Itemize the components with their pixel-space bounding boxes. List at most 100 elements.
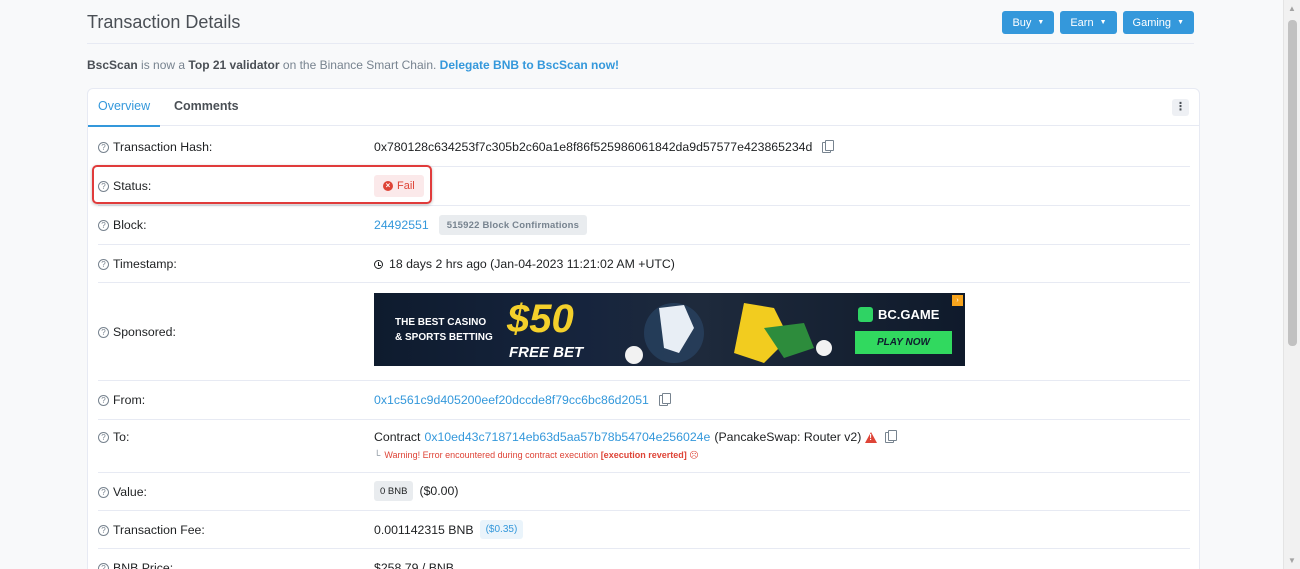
question-icon[interactable]: ? bbox=[98, 258, 109, 270]
chevron-down-icon: ▼ bbox=[1099, 19, 1107, 26]
page-header: Transaction Details Buy ▼ Earn ▼ Gaming ▼ bbox=[87, 0, 1194, 44]
ad-tagline-line2: & SPORTS BETTING bbox=[395, 332, 493, 343]
row-value-amount: ? Value: 0 BNB ($0.00) bbox=[98, 473, 1190, 511]
validator-notice: BscScan is now a Top 21 validator on the… bbox=[87, 58, 619, 72]
question-icon[interactable]: ? bbox=[98, 219, 109, 231]
row-sponsored: ? Sponsored: THE BEST CASINO & SPORTS BETT… bbox=[98, 283, 1190, 381]
row-value: 18 days 2 hrs ago (Jan-04-2023 11:21:02 … bbox=[374, 257, 675, 271]
warning-detail: [execution reverted] bbox=[600, 450, 687, 460]
fee-label: Transaction Fee: bbox=[113, 523, 205, 537]
clock-icon bbox=[374, 259, 383, 269]
tab-comments[interactable]: Comments bbox=[174, 99, 239, 113]
row-value: $258.79 / BNB bbox=[374, 561, 454, 569]
tab-bar: Overview Comments ⋮ bbox=[87, 89, 1199, 127]
row-label: ? Block: bbox=[98, 218, 147, 232]
warning-text: Warning! Error encountered during contra… bbox=[384, 450, 599, 460]
chevron-down-icon: ▼ bbox=[1177, 19, 1184, 26]
value-usd: ($0.00) bbox=[419, 484, 459, 498]
bc-game-logo-icon bbox=[858, 307, 873, 322]
fee-amount: 0.001142315 BNB bbox=[374, 522, 474, 537]
row-label: ? Sponsored: bbox=[98, 325, 176, 339]
ad-tagline-line1: THE BEST CASINO bbox=[395, 317, 487, 328]
row-value: 0x1c561c9d405200eef20dccde8f79cc6bc86d20… bbox=[374, 392, 671, 407]
vertical-scrollbar[interactable]: ▲ ▼ bbox=[1283, 0, 1300, 569]
question-icon[interactable]: ? bbox=[98, 524, 109, 536]
ad-choices-icon[interactable]: › bbox=[952, 295, 963, 306]
status-highlight-box bbox=[92, 165, 432, 204]
question-icon[interactable]: ? bbox=[98, 326, 109, 338]
row-transaction-fee: ? Transaction Fee: 0.001142315 BNB ($0.35) bbox=[98, 511, 1190, 549]
hash-label: Transaction Hash: bbox=[113, 140, 213, 154]
tree-connector-icon: └ bbox=[374, 450, 381, 460]
notice-text-a: is now a bbox=[141, 58, 186, 72]
question-icon[interactable]: ? bbox=[98, 141, 109, 153]
row-label: ? Transaction Fee: bbox=[98, 523, 205, 537]
row-value: 24492551 515922 Block Confirmations bbox=[374, 215, 588, 235]
copy-icon[interactable] bbox=[885, 429, 898, 443]
top-button-group: Buy ▼ Earn ▼ Gaming ▼ bbox=[1002, 11, 1194, 34]
row-label: ? BNB Price: bbox=[98, 561, 173, 569]
price-label: BNB Price: bbox=[113, 561, 174, 569]
row-timestamp: ? Timestamp: 18 days 2 hrs ago (Jan-04-20… bbox=[98, 245, 1190, 283]
fee-usd-chip: ($0.35) bbox=[479, 520, 524, 539]
row-value: Contract 0x10ed43c718714eb63d5aa57b78b54… bbox=[374, 429, 898, 444]
question-icon[interactable]: ? bbox=[98, 562, 109, 569]
scroll-up-arrow-icon[interactable]: ▲ bbox=[1284, 0, 1300, 17]
transaction-hash-value: 0x780128c634253f7c305b2c60a1e8f86f525986… bbox=[374, 140, 813, 154]
kebab-menu-icon[interactable]: ⋮ bbox=[1172, 99, 1189, 116]
earn-button-label: Earn bbox=[1070, 16, 1094, 29]
question-icon[interactable]: ? bbox=[98, 486, 109, 498]
ad-play-now-button[interactable]: PLAY NOW bbox=[855, 331, 952, 354]
block-label: Block: bbox=[113, 218, 147, 232]
row-label: ? Transaction Hash: bbox=[98, 140, 212, 154]
delegate-bnb-link[interactable]: Delegate BNB to BscScan now! bbox=[440, 58, 619, 72]
row-bnb-price: ? BNB Price: $258.79 / BNB bbox=[98, 549, 1190, 569]
row-to: ? To: Contract 0x10ed43c718714eb63d5aa57b… bbox=[98, 420, 1190, 473]
copy-icon[interactable] bbox=[658, 392, 671, 406]
row-value: 0 BNB ($0.00) bbox=[374, 481, 458, 501]
chevron-down-icon: ▼ bbox=[1037, 19, 1045, 26]
copy-icon[interactable] bbox=[822, 139, 835, 153]
scrollbar-thumb[interactable] bbox=[1288, 20, 1297, 346]
sponsored-label: Sponsored: bbox=[113, 325, 176, 339]
timestamp-label: Timestamp: bbox=[113, 257, 177, 271]
ad-tagline: THE BEST CASINO & SPORTS BETTING bbox=[395, 315, 493, 345]
scroll-down-arrow-icon[interactable]: ▼ bbox=[1284, 552, 1300, 569]
row-value: THE BEST CASINO & SPORTS BETTING $50 FREE… bbox=[374, 293, 965, 366]
row-label: ? Value: bbox=[98, 485, 147, 499]
block-number-link[interactable]: 24492551 bbox=[374, 218, 429, 232]
sad-face-icon: ☹ bbox=[689, 450, 699, 460]
sponsored-ad-banner[interactable]: THE BEST CASINO & SPORTS BETTING $50 FREE… bbox=[374, 293, 965, 366]
notice-text-b: on the Binance Smart Chain. bbox=[282, 58, 437, 72]
value-amount-chip: 0 BNB bbox=[374, 481, 414, 501]
page-title: Transaction Details bbox=[87, 12, 241, 32]
ad-players-image bbox=[625, 303, 832, 364]
from-label: From: bbox=[113, 393, 146, 407]
gaming-button-label: Gaming bbox=[1132, 16, 1172, 29]
from-address-link[interactable]: 0x1c561c9d405200eef20dccde8f79cc6bc86d20… bbox=[374, 393, 649, 407]
ad-offer: FREE BET bbox=[509, 344, 584, 361]
tab-overview[interactable]: Overview bbox=[87, 99, 161, 127]
transaction-card: Overview Comments ⋮ ? Transaction Hash: 0… bbox=[87, 88, 1200, 569]
ad-brand-name: BC.GAME bbox=[878, 307, 940, 322]
to-contract-name: (PancakeSwap: Router v2) bbox=[714, 430, 862, 444]
buy-button[interactable]: Buy ▼ bbox=[1002, 11, 1055, 34]
to-contract-address-link[interactable]: 0x10ed43c718714eb63d5aa57b78b54704e25602… bbox=[424, 430, 710, 444]
row-from: ? From: 0x1c561c9d405200eef20dccde8f79cc6… bbox=[98, 381, 1190, 420]
notice-brand: BscScan bbox=[87, 58, 138, 72]
to-label: To: bbox=[113, 430, 130, 444]
row-label: ? To: bbox=[98, 430, 129, 444]
gaming-button[interactable]: Gaming ▼ bbox=[1122, 11, 1194, 34]
question-icon[interactable]: ? bbox=[98, 431, 109, 443]
block-confirmations-badge: 515922 Block Confirmations bbox=[438, 215, 588, 235]
timestamp-value: 18 days 2 hrs ago (Jan-04-2023 11:21:02 … bbox=[389, 257, 675, 271]
row-label: ? From: bbox=[98, 393, 145, 407]
question-icon[interactable]: ? bbox=[98, 394, 109, 406]
row-block: ? Block: 24492551 515922 Block Confirmatio… bbox=[98, 206, 1190, 245]
to-prefix: Contract bbox=[374, 430, 421, 444]
execution-warning: └ Warning! Error encountered during contr… bbox=[374, 450, 699, 461]
ad-brand: BC.GAME bbox=[858, 307, 939, 322]
row-value: 0x780128c634253f7c305b2c60a1e8f86f525986… bbox=[374, 139, 835, 154]
earn-button[interactable]: Earn ▼ bbox=[1060, 11, 1117, 34]
ad-amount: $50 bbox=[507, 297, 574, 341]
